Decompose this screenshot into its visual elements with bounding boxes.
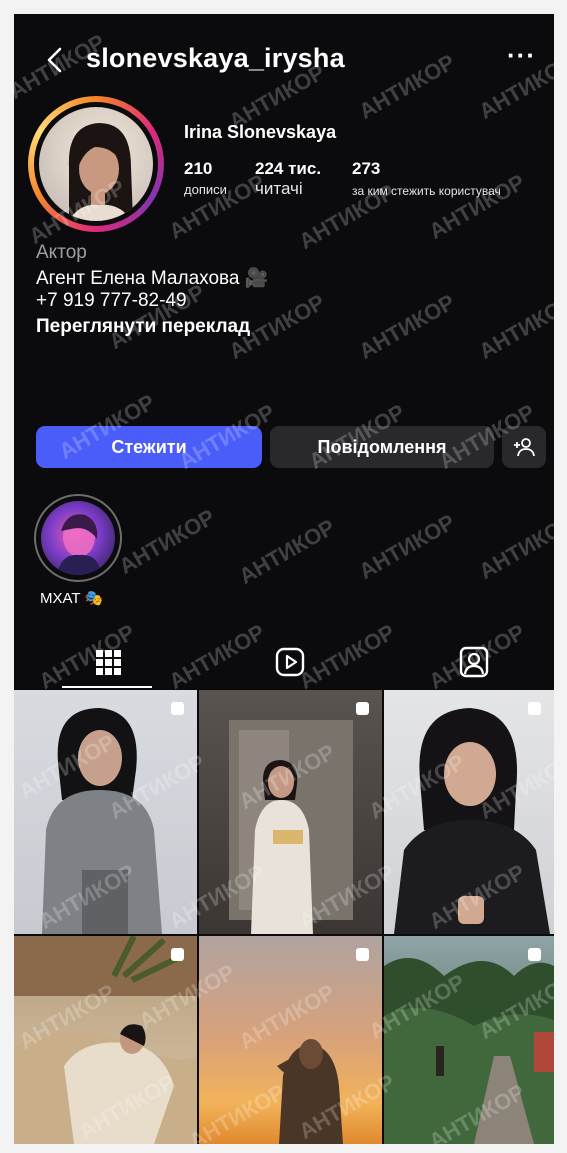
watermark: АНТИКОР bbox=[474, 289, 554, 364]
watermark: АНТИКОР bbox=[474, 509, 554, 584]
back-icon[interactable] bbox=[40, 44, 72, 76]
bio-category: Актор bbox=[36, 242, 87, 263]
watermark: АНТИКОР bbox=[354, 509, 460, 584]
content-tabs bbox=[14, 634, 554, 690]
grid-icon[interactable] bbox=[88, 642, 128, 682]
post-thumbnail[interactable] bbox=[14, 690, 197, 934]
multi-post-icon bbox=[356, 702, 369, 715]
highlight-label[interactable]: МХАТ 🎭 bbox=[40, 589, 103, 607]
active-tab-indicator bbox=[62, 686, 152, 688]
multi-post-icon bbox=[356, 948, 369, 961]
profile-username: slonevskaya_irysha bbox=[86, 43, 345, 73]
watermark: АНТИКОР bbox=[164, 169, 270, 244]
post-thumbnail[interactable] bbox=[199, 690, 382, 934]
avatar-photo bbox=[39, 107, 153, 221]
multi-post-icon bbox=[171, 948, 184, 961]
highlight-cover bbox=[41, 501, 115, 575]
posts-label[interactable]: дописи bbox=[184, 182, 227, 197]
multi-post-icon bbox=[528, 702, 541, 715]
posts-count[interactable]: 210 bbox=[184, 159, 212, 179]
watermark: АНТИКОР bbox=[424, 169, 530, 244]
following-count[interactable]: 273 bbox=[352, 159, 380, 179]
post-thumbnail[interactable] bbox=[384, 690, 554, 934]
follow-button[interactable]: Стежити bbox=[36, 426, 262, 468]
followers-label[interactable]: читачі bbox=[255, 179, 303, 199]
posts-grid bbox=[14, 690, 554, 1144]
message-button[interactable]: Повідомлення bbox=[270, 426, 494, 468]
post-thumbnail[interactable] bbox=[14, 936, 197, 1144]
story-highlight[interactable] bbox=[34, 494, 122, 582]
multi-post-icon bbox=[171, 702, 184, 715]
top-bar: slonevskaya_irysha ··· bbox=[14, 14, 554, 104]
watermark: АНТИКОР bbox=[354, 289, 460, 364]
suggest-user-button[interactable] bbox=[502, 426, 546, 468]
avatar[interactable] bbox=[28, 96, 164, 232]
more-options-icon[interactable]: ··· bbox=[507, 40, 536, 71]
post-thumbnail[interactable] bbox=[199, 936, 382, 1144]
watermark: АНТИКОР bbox=[114, 504, 220, 579]
profile-screen: slonevskaya_irysha ··· Irina Slonevskaya… bbox=[14, 14, 554, 1144]
followers-count[interactable]: 224 тис. bbox=[255, 159, 321, 179]
display-name: Irina Slonevskaya bbox=[184, 122, 337, 142]
post-thumbnail[interactable] bbox=[384, 936, 554, 1144]
watermark: АНТИКОР bbox=[234, 514, 340, 589]
bio-line-agent: Агент Елена Малахова 🎥 bbox=[36, 268, 269, 289]
add-person-icon bbox=[514, 438, 535, 457]
multi-post-icon bbox=[528, 948, 541, 961]
reels-icon[interactable] bbox=[270, 642, 310, 682]
tagged-icon[interactable] bbox=[454, 642, 494, 682]
bio-line-phone[interactable]: +7 919 777-82-49 bbox=[36, 290, 187, 312]
following-label[interactable]: за ким стежить користувач bbox=[352, 184, 501, 198]
translate-link[interactable]: Переглянути переклад bbox=[36, 316, 250, 338]
